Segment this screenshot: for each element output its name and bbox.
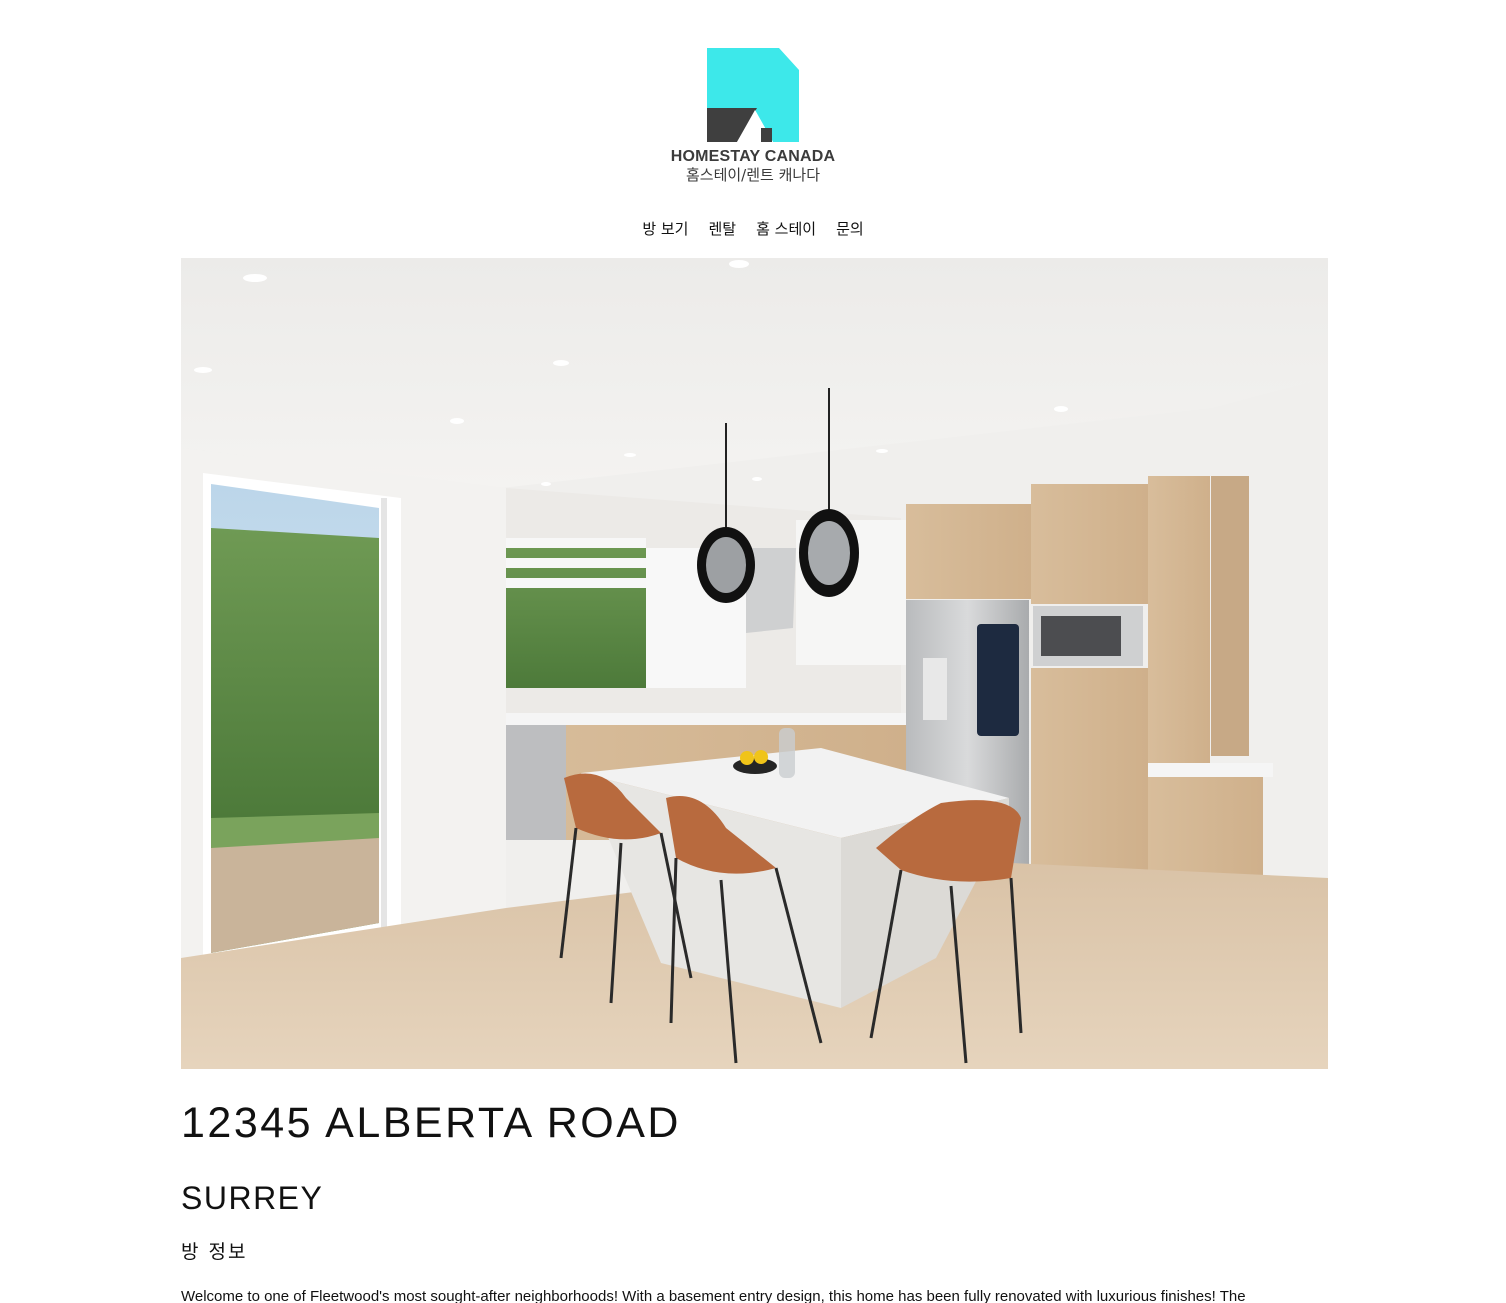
homestay-logo-icon bbox=[707, 48, 799, 142]
nav-item-rental[interactable]: 렌탈 bbox=[708, 216, 736, 241]
kitchen-photo-image bbox=[181, 258, 1328, 1069]
site-logo[interactable]: HOMESTAY CANADA 홈스테이/렌트 캐나다 bbox=[650, 48, 856, 184]
listing-description: Welcome to one of Fleetwood's most sough… bbox=[181, 1288, 1246, 1303]
brand-name: HOMESTAY CANADA bbox=[670, 148, 836, 165]
nav-item-contact[interactable]: 문의 bbox=[836, 216, 864, 241]
brand-subtitle: 홈스테이/렌트 캐나다 bbox=[685, 166, 821, 184]
listing-city: SURREY bbox=[181, 1180, 324, 1216]
hero-image bbox=[181, 258, 1328, 1069]
room-info-heading: 방 정보 bbox=[181, 1241, 248, 1263]
page: HOMESTAY CANADA 홈스테이/렌트 캐나다 방 보기 렌탈 홈 스테… bbox=[0, 0, 1506, 1303]
listing-address: 12345 ALBERTA ROAD bbox=[181, 1099, 681, 1147]
nav-item-rooms[interactable]: 방 보기 bbox=[642, 216, 688, 241]
nav-item-homestay[interactable]: 홈 스테이 bbox=[756, 216, 816, 241]
main-nav: 방 보기 렌탈 홈 스테이 문의 bbox=[0, 216, 1506, 241]
